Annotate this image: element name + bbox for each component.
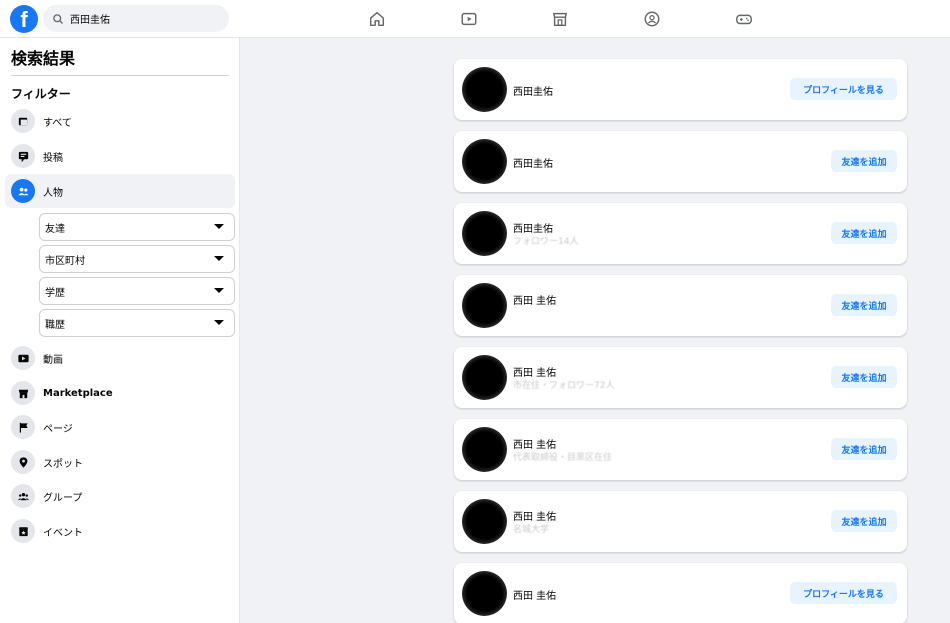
search-box[interactable] bbox=[43, 5, 229, 32]
people-icon bbox=[11, 179, 35, 203]
sidebar-item-places[interactable]: スポット bbox=[5, 445, 235, 479]
result-card[interactable]: 西田 圭佑 市在住・フォロワー72人 友達を追加 bbox=[454, 347, 907, 408]
dropdown-label: 友達 bbox=[45, 223, 65, 235]
result-card[interactable]: 西田圭佑 友達を追加 bbox=[454, 131, 907, 192]
location-pin-icon bbox=[11, 450, 35, 474]
caret-down-icon bbox=[214, 256, 224, 261]
events-icon bbox=[11, 519, 35, 543]
filter-friends-dropdown[interactable]: 友達 bbox=[39, 213, 235, 241]
avatar[interactable] bbox=[462, 499, 507, 544]
sidebar-item-all[interactable]: すべて bbox=[5, 104, 235, 138]
sidebar-item-posts[interactable]: 投稿 bbox=[5, 139, 235, 173]
sidebar-item-marketplace[interactable]: Marketplace bbox=[5, 376, 235, 410]
add-friend-button[interactable]: 友達を追加 bbox=[831, 438, 897, 460]
facebook-logo[interactable]: f bbox=[10, 5, 38, 33]
result-name[interactable]: 西田圭佑 bbox=[513, 220, 553, 235]
add-friend-button[interactable]: 友達を追加 bbox=[831, 222, 897, 244]
avatar[interactable] bbox=[462, 139, 507, 184]
result-subtitle: 市在住・フォロワー72人 bbox=[513, 381, 615, 391]
result-card[interactable]: 西田 圭佑 代表取締役・目黒区在住 友達を追加 bbox=[454, 419, 907, 480]
sidebar-item-label: イベント bbox=[43, 527, 83, 539]
avatar[interactable] bbox=[462, 355, 507, 400]
gaming-icon[interactable] bbox=[733, 8, 755, 30]
filter-city-dropdown[interactable]: 市区町村 bbox=[39, 245, 235, 273]
sidebar-item-label: グループ bbox=[43, 492, 83, 504]
view-profile-button[interactable]: プロフィールを見る bbox=[790, 78, 897, 100]
add-friend-button[interactable]: 友達を追加 bbox=[831, 294, 897, 316]
posts-icon bbox=[11, 144, 35, 168]
search-input[interactable] bbox=[70, 13, 220, 24]
sidebar-item-groups[interactable]: グループ bbox=[5, 479, 235, 513]
result-subtitle: フォロワー14人 bbox=[513, 237, 579, 247]
result-name[interactable]: 西田 圭佑 bbox=[513, 364, 556, 379]
sidebar-item-events[interactable]: イベント bbox=[5, 514, 235, 548]
search-icon bbox=[53, 13, 63, 24]
result-name[interactable]: 西田 圭佑 bbox=[513, 587, 556, 602]
sidebar-item-label: ページ bbox=[43, 423, 73, 435]
dropdown-label: 職歴 bbox=[45, 319, 65, 331]
result-card[interactable]: 西田圭佑 フォロワー14人 友達を追加 bbox=[454, 203, 907, 264]
avatar[interactable] bbox=[462, 427, 507, 472]
video-icon[interactable] bbox=[458, 8, 480, 30]
result-name[interactable]: 西田 圭佑 bbox=[513, 436, 556, 451]
groups-icon[interactable] bbox=[641, 8, 663, 30]
avatar[interactable] bbox=[462, 67, 507, 112]
result-name[interactable]: 西田 圭佑 bbox=[513, 508, 556, 523]
add-friend-button[interactable]: 友達を追加 bbox=[831, 510, 897, 532]
filter-education-dropdown[interactable]: 学歴 bbox=[39, 277, 235, 305]
marketplace-icon bbox=[11, 381, 35, 405]
search-filters-sidebar: 検索結果 フィルター すべて 投稿 人物 友達 市区町村 学歴 職歴 動画 Ma… bbox=[0, 38, 240, 623]
result-name[interactable]: 西田 圭佑 bbox=[513, 292, 556, 307]
sidebar-item-label: すべて bbox=[43, 117, 72, 129]
result-subtitle: 名城大学 bbox=[513, 525, 550, 535]
result-name[interactable]: 西田圭佑 bbox=[513, 155, 553, 170]
pages-flag-icon bbox=[11, 415, 35, 439]
divider bbox=[11, 75, 229, 76]
caret-down-icon bbox=[214, 288, 224, 293]
sidebar-item-label: スポット bbox=[43, 458, 83, 470]
sidebar-item-label: 動画 bbox=[43, 354, 63, 366]
avatar[interactable] bbox=[462, 571, 507, 616]
result-card[interactable]: 西田 圭佑 名城大学 友達を追加 bbox=[454, 491, 907, 552]
sidebar-item-label: 人物 bbox=[43, 187, 63, 199]
dropdown-label: 学歴 bbox=[45, 287, 65, 299]
avatar[interactable] bbox=[462, 283, 507, 328]
video-icon bbox=[11, 346, 35, 370]
result-subtitle: 代表取締役・目黒区在住 bbox=[513, 453, 613, 463]
sidebar-item-videos[interactable]: 動画 bbox=[5, 341, 235, 375]
result-card[interactable]: 西田圭佑 プロフィールを見る bbox=[454, 59, 907, 120]
top-navigation-bar: f bbox=[0, 0, 950, 38]
groups-icon bbox=[11, 484, 35, 508]
sidebar-item-people[interactable]: 人物 bbox=[5, 174, 235, 208]
view-profile-button[interactable]: プロフィールを見る bbox=[790, 582, 897, 604]
result-card[interactable]: 西田 圭佑 プロフィールを見る bbox=[454, 563, 907, 623]
sidebar-item-pages[interactable]: ページ bbox=[5, 410, 235, 444]
filter-work-dropdown[interactable]: 職歴 bbox=[39, 309, 235, 337]
caret-down-icon bbox=[214, 320, 224, 325]
sidebar-item-label: 投稿 bbox=[43, 152, 63, 164]
add-friend-button[interactable]: 友達を追加 bbox=[831, 150, 897, 172]
dropdown-label: 市区町村 bbox=[45, 255, 85, 267]
avatar[interactable] bbox=[462, 211, 507, 256]
marketplace-icon[interactable] bbox=[549, 8, 571, 30]
sidebar-item-label: Marketplace bbox=[43, 387, 113, 399]
page-title: 検索結果 bbox=[11, 49, 76, 68]
home-icon[interactable] bbox=[366, 8, 388, 30]
result-name[interactable]: 西田圭佑 bbox=[513, 83, 553, 98]
filter-heading: フィルター bbox=[11, 87, 71, 101]
result-card[interactable]: 西田 圭佑 友達を追加 bbox=[454, 275, 907, 336]
all-results-icon bbox=[11, 109, 35, 133]
add-friend-button[interactable]: 友達を追加 bbox=[831, 366, 897, 388]
caret-down-icon bbox=[214, 224, 224, 229]
